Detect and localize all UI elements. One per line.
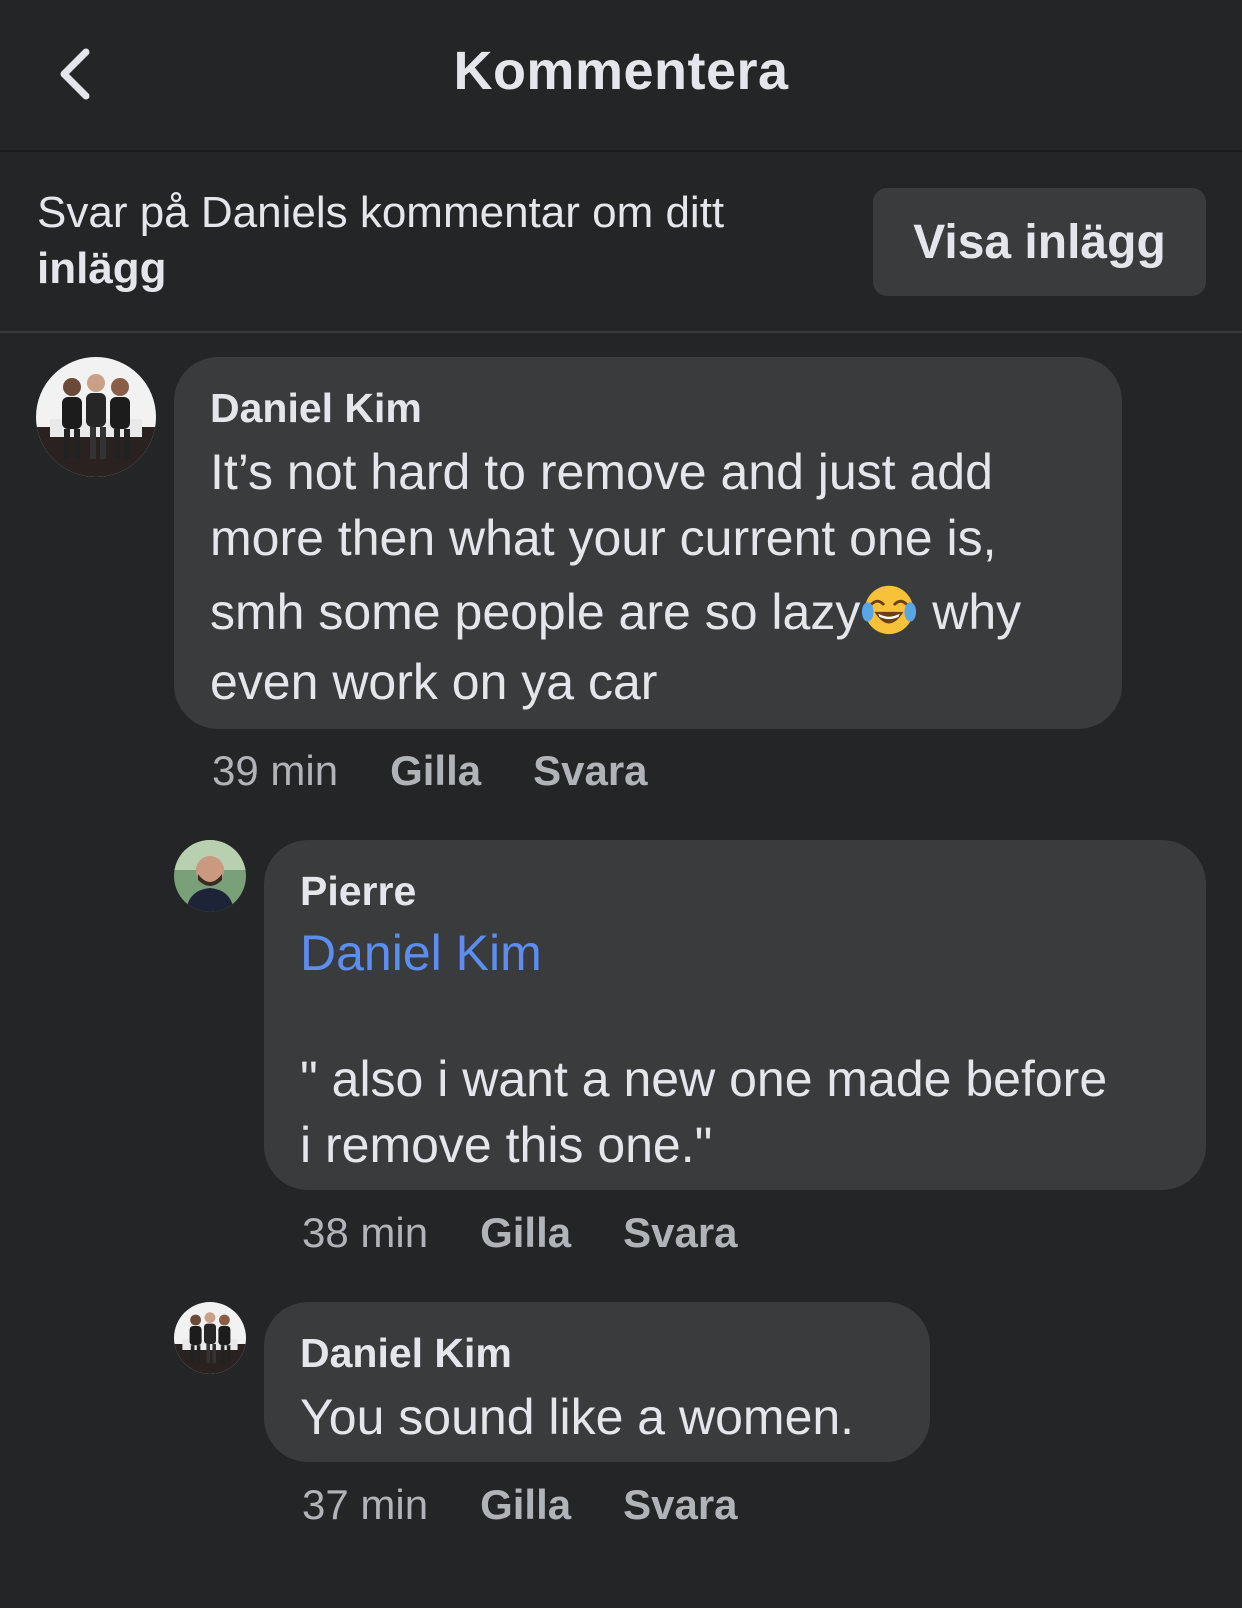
comment-text: " also i want a new one made before i re… (300, 1046, 1170, 1178)
comment-time: 39 min (212, 747, 339, 794)
context-text-plain: Svar på Daniels kommentar om ditt (37, 188, 725, 237)
comment-line: You sound like a women. (300, 1389, 855, 1445)
comment-bubble: Daniel Kim It’s not hard to remove and j… (174, 357, 1122, 729)
comment-line-part: why (918, 584, 1022, 640)
comment-line: smh some people are so lazy why (210, 579, 1086, 645)
like-button[interactable]: Gilla (480, 1480, 571, 1530)
comment-bubble: Pierre Daniel Kim " also i want a new on… (264, 840, 1206, 1190)
comment-line: It’s not hard to remove and just add (210, 444, 993, 500)
reply-button[interactable]: Svara (533, 746, 647, 796)
comment-author[interactable]: Pierre (300, 866, 1170, 916)
mention-link[interactable]: Daniel Kim (300, 920, 1170, 986)
page-title: Kommentera (453, 41, 789, 101)
face-with-tears-of-joy-icon (862, 585, 917, 635)
avatar-image (174, 1302, 246, 1374)
avatar[interactable] (36, 357, 156, 477)
avatar-image (174, 840, 246, 912)
context-text: Svar på Daniels kommentar om ditt inlägg (37, 185, 837, 297)
comment-text: You sound like a women. (300, 1384, 894, 1450)
avatar[interactable] (174, 840, 246, 912)
comment-time: 38 min (302, 1209, 429, 1256)
comment-meta: 37 min Gilla Svara (302, 1480, 738, 1530)
comment-meta: 39 min Gilla Svara (212, 746, 648, 796)
comment-line: more then what your current one is, (210, 510, 997, 566)
avatar-image (36, 357, 156, 477)
context-bar: Svar på Daniels kommentar om ditt inlägg… (0, 152, 1242, 333)
context-text-bold: inlägg (37, 244, 167, 293)
comment-time: 37 min (302, 1481, 429, 1528)
top-bar: Kommentera (0, 0, 1242, 152)
like-button[interactable]: Gilla (390, 746, 481, 796)
reply-button[interactable]: Svara (623, 1480, 737, 1530)
comment-bubble: Daniel Kim You sound like a women. (264, 1302, 930, 1462)
comment-line: even work on ya car (210, 654, 658, 710)
comment-text: It’s not hard to remove and just add mor… (210, 439, 1086, 715)
comment-line-part: smh some people are so lazy (210, 584, 861, 640)
like-button[interactable]: Gilla (480, 1208, 571, 1258)
comment-author[interactable]: Daniel Kim (210, 383, 1086, 433)
comment-line: i remove this one." (300, 1117, 713, 1173)
comment-author[interactable]: Daniel Kim (300, 1328, 894, 1378)
comment-line: " also i want a new one made before (300, 1051, 1108, 1107)
view-post-button[interactable]: Visa inlägg (873, 188, 1206, 296)
reply-button[interactable]: Svara (623, 1208, 737, 1258)
avatar[interactable] (174, 1302, 246, 1374)
comment-meta: 38 min Gilla Svara (302, 1208, 738, 1258)
